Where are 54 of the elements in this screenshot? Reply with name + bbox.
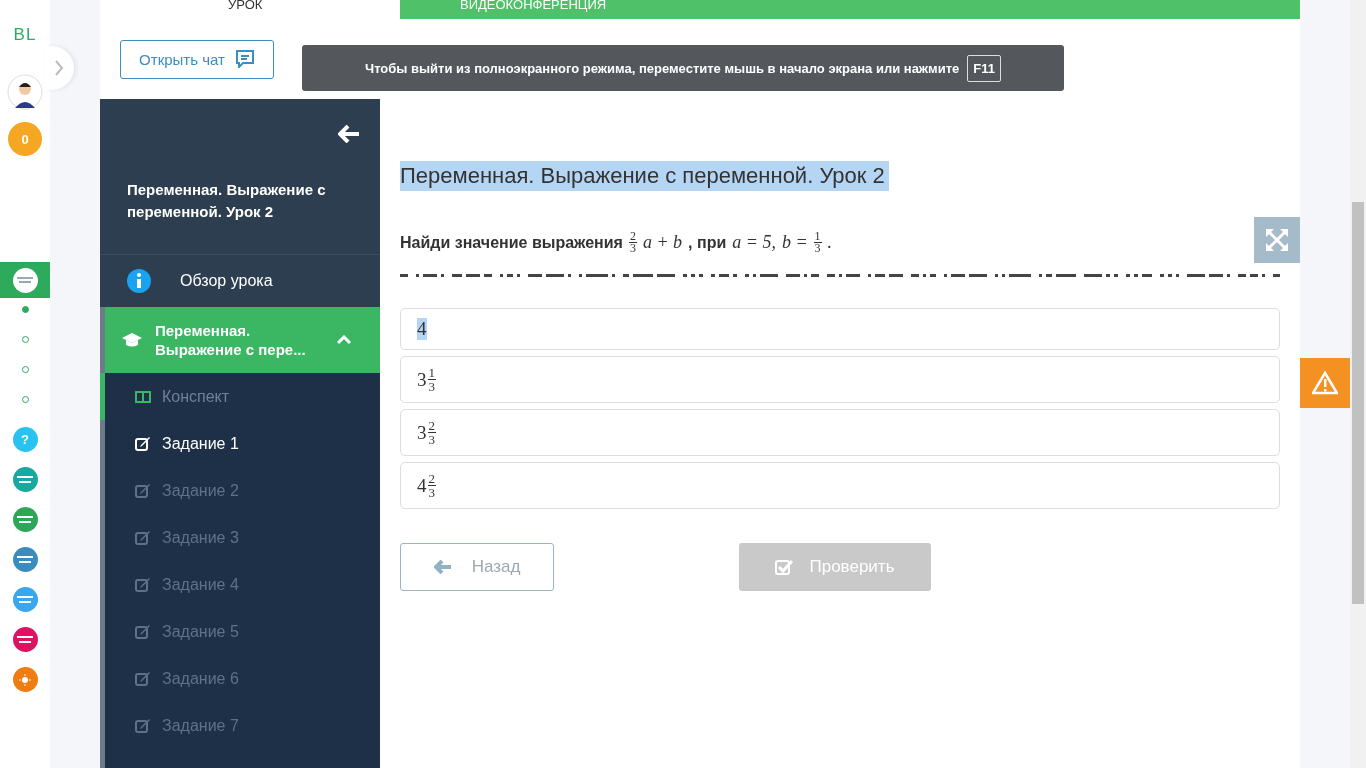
lesson-item[interactable]: Задание 5 xyxy=(100,608,380,655)
app-logo-icon[interactable] xyxy=(12,467,38,492)
edit-icon xyxy=(135,436,151,451)
app-slot[interactable] xyxy=(0,262,50,298)
app-logo-icon[interactable] xyxy=(12,547,38,572)
tab[interactable]: УРОК xyxy=(100,0,400,19)
avatar-icon xyxy=(7,74,43,110)
lesson-item[interactable]: Конспект xyxy=(100,373,380,420)
app-slot[interactable]: ? xyxy=(0,427,50,452)
book-icon xyxy=(135,389,151,404)
page-title: Переменная. Выражение с переменной. Урок 2 xyxy=(400,161,889,191)
help-icon[interactable]: ? xyxy=(12,427,38,452)
app-logo-icon[interactable] xyxy=(12,587,38,612)
edit-icon xyxy=(135,671,151,686)
graduation-cap-icon xyxy=(121,332,143,348)
lesson-item[interactable]: Задание 2 xyxy=(100,467,380,514)
scrollbar-thumb[interactable] xyxy=(1352,202,1364,604)
sun-icon[interactable] xyxy=(12,667,38,692)
expand-toggle[interactable] xyxy=(44,46,74,90)
chevron-right-icon xyxy=(54,59,64,77)
back-button[interactable]: Назад xyxy=(400,543,554,591)
tab[interactable]: ВИДЕОКОНФЕРЕНЦИЯ xyxy=(400,0,1300,19)
app-logo-icon[interactable] xyxy=(12,627,38,652)
lesson-item[interactable]: Задание 4 xyxy=(100,561,380,608)
edit-icon xyxy=(135,624,151,639)
app-logo-icon[interactable] xyxy=(12,507,38,532)
lesson-item[interactable]: Задание 7 xyxy=(100,702,380,749)
notice-text: Чтобы выйти из полноэкранного режима, переместите мышь в начало экрана или нажмите xyxy=(365,60,960,76)
checkbox-icon xyxy=(775,559,794,575)
lesson-item[interactable]: Задание 6 xyxy=(100,655,380,702)
arrow-left-icon xyxy=(433,560,452,574)
warning-icon xyxy=(1312,371,1338,395)
fullscreen-button[interactable] xyxy=(1254,217,1300,263)
expand-icon xyxy=(1265,228,1289,252)
section-label: Переменная. Выражение с пере... xyxy=(155,321,307,359)
edit-icon xyxy=(135,577,151,592)
edit-icon xyxy=(135,483,151,498)
answer-option[interactable]: 4 xyxy=(400,308,1280,350)
edit-icon xyxy=(135,718,151,733)
coin-counter: 0 xyxy=(8,122,42,156)
edit-icon xyxy=(135,530,151,545)
overview-item[interactable]: Обзор урока xyxy=(100,255,380,307)
lesson-item[interactable]: Задание 1 xyxy=(100,420,380,467)
info-icon xyxy=(126,268,152,294)
report-button[interactable] xyxy=(1300,358,1350,408)
back-arrow-icon xyxy=(338,125,360,143)
open-chat-button[interactable]: Открыть чат xyxy=(120,39,274,79)
logo: BL xyxy=(13,26,37,44)
lesson-item[interactable]: Задание 3 xyxy=(100,514,380,561)
chat-icon xyxy=(234,50,255,68)
lesson-title: Переменная. Выражение с переменной. Урок 2 xyxy=(127,180,327,222)
overview-label: Обзор урока xyxy=(180,272,273,290)
section-item[interactable]: Переменная. Выражение с пере... xyxy=(100,307,380,373)
key-hint: F11 xyxy=(967,54,1001,82)
